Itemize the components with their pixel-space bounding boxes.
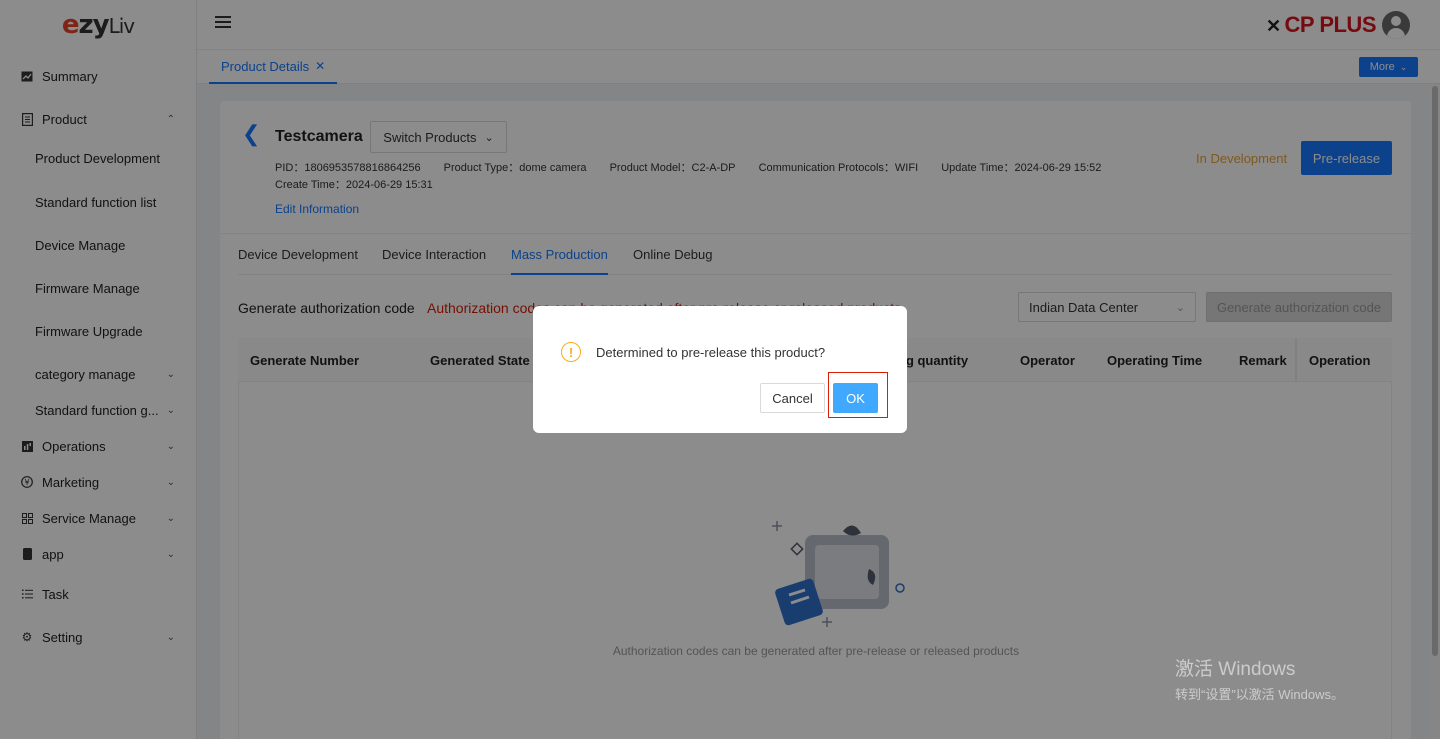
watermark-line1: 激活 Windows bbox=[1175, 659, 1296, 680]
confirm-message: Determined to pre-release this product? bbox=[596, 345, 826, 360]
warning-icon: ! bbox=[561, 342, 581, 362]
cancel-button[interactable]: Cancel bbox=[760, 383, 825, 413]
confirm-dialog: ! Determined to pre-release this product… bbox=[533, 306, 907, 433]
windows-activation-watermark: 激活 Windows 转到“设置”以激活 Windows。 bbox=[1175, 654, 1344, 703]
watermark-line2: 转到“设置”以激活 Windows。 bbox=[1175, 687, 1345, 702]
ok-button[interactable]: OK bbox=[833, 383, 878, 413]
